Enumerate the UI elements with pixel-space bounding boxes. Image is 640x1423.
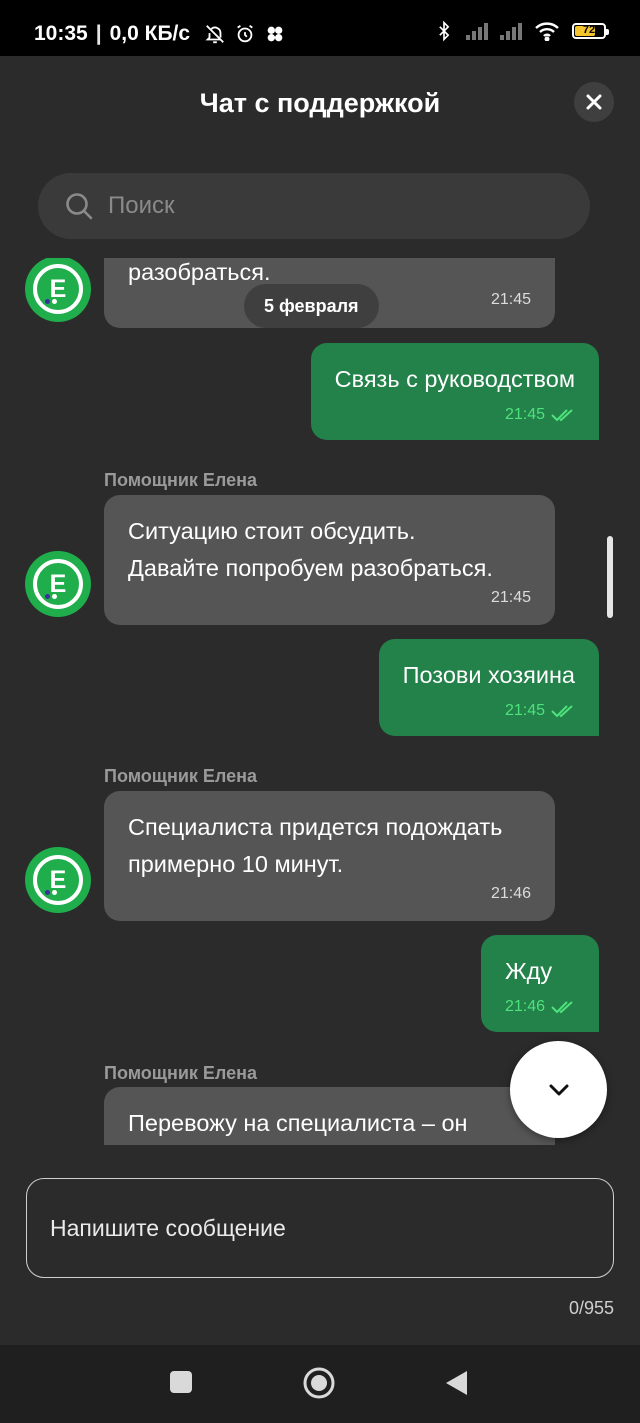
scroll-down-button[interactable] [510,1041,607,1138]
message-text: Связь с руководством [334,366,575,392]
message-text: Жду [504,958,553,984]
bell-off-icon [205,25,224,44]
message-text: Ситуацию стоит обсудить. Давайте попробу… [128,518,493,581]
sender-name: Помощник Елена [104,766,257,786]
avatar: Е [25,258,91,322]
status-right: 72 [434,20,609,42]
status-left: 10:35 | 0,0 КБ/с [34,22,286,46]
network-speed: 0,0 КБ/с [109,22,191,45]
status-icons-left [204,23,286,45]
message-outgoing[interactable]: Позови хозяина 21:45 [378,639,599,736]
app-icon [267,26,283,42]
close-icon [586,94,602,110]
search-icon [64,191,94,221]
message-meta: 21:46 [505,998,575,1016]
close-button[interactable] [574,82,614,122]
home-button[interactable] [302,1366,336,1400]
message-meta: 21:45 [335,406,575,424]
battery-level: 72 [582,24,596,36]
message-text: Специалиста придется подождать примерно … [128,814,503,877]
clock: 10:35 [34,22,88,45]
message-time: 21:46 [504,998,545,1015]
message-incoming[interactable]: Ситуацию стоит обсудить. Давайте попробу… [104,495,555,625]
search-input[interactable] [106,191,550,221]
double-check-icon [551,705,573,718]
message-composer[interactable] [26,1178,614,1278]
message-meta: 21:45 [403,702,575,720]
message-incoming[interactable]: Перевожу на специалиста – он [104,1087,555,1145]
bluetooth-icon [439,20,450,42]
sender-name: Помощник Елена [104,470,257,490]
chat-messages[interactable]: Е разобраться. 21:45 5 февраля Связь с р… [0,258,640,1145]
avatar: Е [25,551,91,617]
chat-header: Чат с поддержкой [0,56,640,156]
page-title: Чат с поддержкой [199,88,441,118]
chevron-down-icon [549,1084,568,1095]
scrollbar[interactable] [607,536,613,618]
wifi-icon [535,22,559,41]
search-bar[interactable] [38,173,590,239]
message-text: Перевожу на специалиста – он [128,1110,468,1136]
message-time: 21:45 [504,406,545,423]
system-nav-bar [0,1345,640,1423]
message-outgoing[interactable]: Связь с руководством 21:45 [310,343,599,440]
signal-icon [466,22,488,40]
alarm-icon [237,24,253,43]
back-triangle-icon [446,1371,467,1395]
message-incoming[interactable]: Специалиста придется подождать примерно … [104,791,555,921]
home-circle-icon [303,1367,335,1399]
message-text: Позови хозяина [402,662,575,688]
avatar: Е [25,847,91,913]
message-time: 21:45 [504,702,545,719]
square-icon [170,1371,192,1393]
separator: | [95,22,102,45]
message-input[interactable] [48,1213,592,1243]
back-button[interactable] [443,1369,469,1397]
double-check-icon [551,1001,573,1014]
battery-icon: 72 [572,23,609,39]
sender-name: Помощник Елена [104,1063,257,1083]
status-bar: 10:35 | 0,0 КБ/с 72 [0,0,640,56]
date-chip: 5 февраля [244,284,379,328]
recents-button[interactable] [168,1369,194,1395]
char-counter: 0/955 [568,1298,614,1318]
message-outgoing[interactable]: Жду 21:46 [480,935,599,1032]
message-time: 21:45 [490,589,531,606]
double-check-icon [551,409,573,422]
message-time: 21:46 [490,885,531,902]
signal-icon [500,22,522,40]
